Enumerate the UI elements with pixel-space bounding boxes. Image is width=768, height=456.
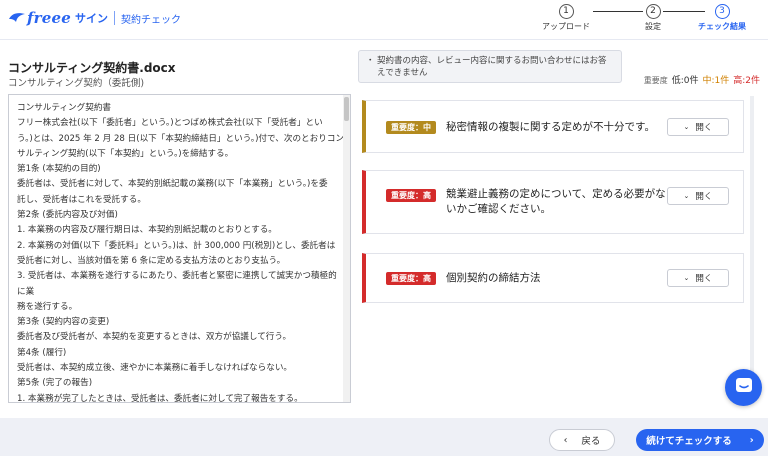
document-line: フリー株式会社(以下「委託者」という。)とつばめ株式会社(以下「受託者」とい bbox=[17, 118, 323, 129]
open-button-label: 開く bbox=[695, 192, 713, 202]
document-viewer[interactable]: コンサルティング契約書フリー株式会社(以下「委託者」という。)とつばめ株式会社(… bbox=[8, 94, 351, 403]
back-button[interactable]: ‹ 戻る bbox=[549, 429, 615, 451]
importance-high-count: 高:2件 bbox=[733, 76, 760, 86]
step-label: チェック結果 bbox=[698, 22, 746, 31]
issue-title: 個別契約の締結方法 bbox=[446, 271, 541, 286]
open-button-label: 開く bbox=[695, 123, 713, 133]
issue-card[interactable]: 重要度：高 個別契約の締結方法 ⌄ 開く bbox=[362, 253, 744, 303]
chat-bubble-icon bbox=[735, 377, 753, 399]
document-line: コンサルティング契約書 bbox=[17, 103, 112, 113]
inquiry-notice: 契約書の内容、レビュー内容に関するお問い合わせにはお答えできません bbox=[358, 50, 622, 83]
issue-title-line: 競業避止義務の定めについて、定める必要がな bbox=[446, 188, 666, 200]
issue-card[interactable]: 重要度：中 秘密情報の複製に関する定めが不十分です。 ⌄ 開く bbox=[362, 100, 744, 153]
progress-steps: 1 アップロード 2 設定 3 チェック結果 bbox=[542, 4, 748, 36]
document-filename: コンサルティング契約書.docx bbox=[8, 61, 176, 75]
document-line: に業 bbox=[17, 286, 35, 297]
importance-label: 重要度 bbox=[643, 76, 668, 85]
issue-title-line: 個別契約の締結方法 bbox=[446, 272, 541, 284]
back-button-label: 戻る bbox=[581, 436, 601, 447]
issue-title: 競業避止義務の定めについて、定める必要がな いかご確認ください。 bbox=[446, 187, 666, 217]
document-scrollbar[interactable] bbox=[343, 95, 350, 402]
footer-bar: ‹ 戻る 続けてチェックする › bbox=[0, 418, 768, 456]
document-subtitle: コンサルティング契約（委託側) bbox=[8, 78, 145, 89]
document-line: 3. 受託者は、本業務を遂行するにあたり、委託者と緊密に連携して誠実かつ積極的 bbox=[17, 271, 337, 282]
document-line: 1. 本業務の内容及び履行期日は、本契約別紙記載のとおりとする。 bbox=[17, 225, 277, 236]
document-line: 受託者に対し、当該対価を第 6 条に定める支払方法のとおり支払う。 bbox=[17, 255, 286, 266]
issues-scrollbar[interactable] bbox=[750, 96, 754, 396]
importance-low-count: 低:0件 bbox=[671, 76, 699, 86]
document-line: 2. 本業務の対価(以下「委託料」という。)は、計 300,000 円(税別)と… bbox=[17, 240, 336, 251]
document-line: 委託者は、受託者に対して、本契約別紙記載の業務(以下「本業務」という。)を委 bbox=[17, 179, 328, 190]
issue-title-line: 秘密情報の複製に関する定めが不十分です。 bbox=[446, 121, 655, 133]
chevron-down-icon: ⌄ bbox=[683, 123, 690, 131]
step-check-result: 3 チェック結果 bbox=[692, 4, 752, 32]
issue-title: 秘密情報の複製に関する定めが不十分です。 bbox=[446, 120, 655, 135]
notice-text: 契約書の内容、レビュー内容に関するお問い合わせにはお答えできません bbox=[377, 56, 607, 78]
document-line: 第3条 (契約内容の変更) bbox=[17, 317, 110, 328]
importance-badge: 重要度：高 bbox=[386, 189, 436, 202]
continue-button-label: 続けてチェックする bbox=[646, 436, 732, 447]
scrollbar-thumb[interactable] bbox=[344, 97, 349, 121]
document-line: 託し、受託者はこれを受託する。 bbox=[17, 194, 146, 205]
document-line: 受託者は、本契約成立後、速やかに本業務に着手しなければならない。 bbox=[17, 363, 293, 374]
logo-separator bbox=[114, 11, 115, 25]
document-line: う。)とは、2025 年 2 月 28 日(以下「本契約締結日」という。)付で、… bbox=[17, 133, 345, 144]
document-text: コンサルティング契約書フリー株式会社(以下「委託者」という。)とつばめ株式会社(… bbox=[9, 95, 350, 403]
chevron-down-icon: ⌄ bbox=[683, 274, 690, 282]
document-line: 委託者及び受託者が、本契約を変更するときは、双方が協議して行う。 bbox=[17, 332, 292, 343]
freee-sign-logo[interactable]: freee サイン 契約チェック bbox=[8, 8, 181, 28]
chevron-left-icon: ‹ bbox=[563, 434, 568, 446]
document-line: 第2条 (委託内容及び対価) bbox=[17, 210, 118, 221]
issue-card[interactable]: 重要度：高 競業避止義務の定めについて、定める必要がな いかご確認ください。 ⌄… bbox=[362, 170, 744, 234]
importance-mid-count: 中:1件 bbox=[702, 76, 730, 86]
open-button[interactable]: ⌄ 開く bbox=[667, 118, 729, 136]
freee-bird-icon bbox=[8, 10, 26, 26]
document-line: 第4条 (履行) bbox=[17, 347, 67, 358]
open-button-label: 開く bbox=[695, 274, 713, 284]
importance-badge: 重要度：中 bbox=[386, 121, 436, 134]
logo-sign-text: サイン bbox=[75, 12, 108, 25]
chevron-down-icon: ⌄ bbox=[683, 192, 690, 200]
continue-check-button[interactable]: 続けてチェックする › bbox=[636, 429, 764, 451]
help-chat-button[interactable] bbox=[725, 369, 762, 406]
step-label: 設定 bbox=[645, 22, 661, 31]
importance-badge: 重要度：高 bbox=[386, 272, 436, 285]
logo-text: freee bbox=[27, 9, 71, 27]
step-settings: 2 設定 bbox=[623, 4, 683, 32]
app-header: freee サイン 契約チェック 1 アップロード 2 設定 3 チェック結果 bbox=[0, 0, 768, 40]
document-line: サルティング契約(以下「本契約」という。)を締結する。 bbox=[17, 148, 234, 159]
app-name: 契約チェック bbox=[121, 14, 181, 26]
chevron-right-icon: › bbox=[749, 434, 754, 446]
open-button[interactable]: ⌄ 開く bbox=[667, 187, 729, 205]
importance-summary: 重要度 低:0件 中:1件 高:2件 bbox=[644, 73, 760, 86]
document-line: 第5条 (完了の報告) bbox=[17, 378, 93, 389]
step-number: 3 bbox=[714, 4, 730, 19]
open-button[interactable]: ⌄ 開く bbox=[667, 269, 729, 287]
document-line: 1. 本業務が完了したときは、受託者は、委託者に対して完了報告をする。 bbox=[17, 393, 303, 403]
step-number: 1 bbox=[558, 4, 574, 19]
document-line: 務を遂行する。 bbox=[17, 301, 78, 312]
step-upload: 1 アップロード bbox=[536, 4, 596, 32]
document-line: 第1条 (本契約の目的) bbox=[17, 164, 101, 175]
step-label: アップロード bbox=[542, 22, 590, 31]
step-number: 2 bbox=[645, 4, 661, 19]
issue-title-line: いかご確認ください。 bbox=[446, 203, 551, 215]
